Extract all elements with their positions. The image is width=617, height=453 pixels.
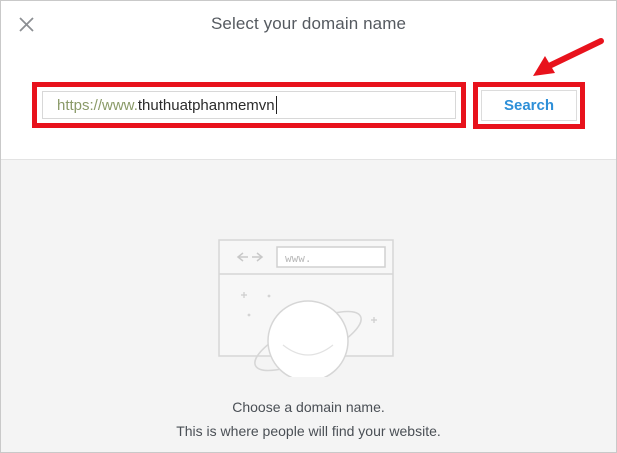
search-button-highlight: Search	[473, 82, 585, 129]
domain-prefix: https://www.	[57, 96, 138, 114]
domain-input[interactable]: https://www. thuthuatphanmemvn	[42, 91, 456, 119]
illustration-url-text: www.	[285, 252, 312, 265]
text-cursor	[275, 96, 277, 114]
dialog-header: Select your domain name https://www. thut…	[1, 1, 616, 160]
domain-field-highlight: https://www. thuthuatphanmemvn	[32, 82, 466, 128]
empty-state-line-1: Choose a domain name.	[232, 399, 385, 415]
red-arrow-icon	[533, 38, 604, 76]
domain-dialog: Select your domain name https://www. thut…	[0, 0, 617, 453]
search-button[interactable]: Search	[481, 90, 577, 121]
empty-state-panel: www. Choose a domain name. This is where…	[1, 160, 616, 452]
domain-value: thuthuatphanmemvn	[137, 96, 275, 114]
empty-state-line-2: This is where people will find your webs…	[176, 423, 441, 439]
domain-illustration: www.	[218, 239, 394, 377]
